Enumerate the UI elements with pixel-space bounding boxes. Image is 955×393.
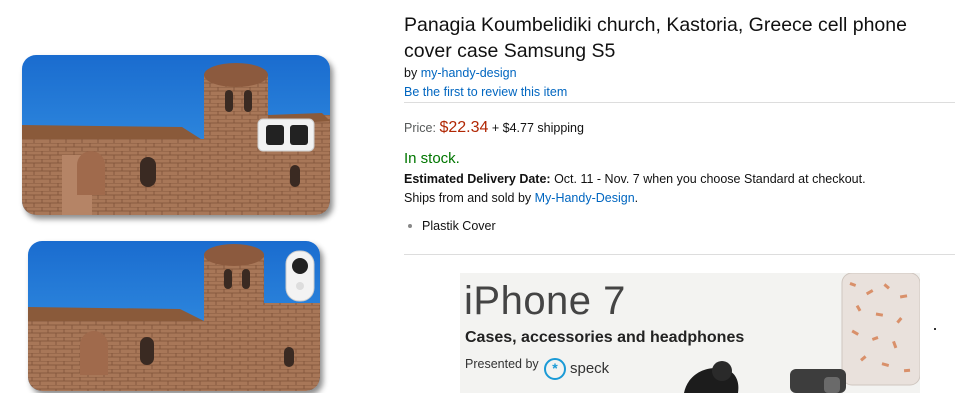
brand-line: by my-handy-design [404, 66, 517, 80]
review-link[interactable]: Be the first to review this item [404, 85, 567, 99]
church-photo [22, 55, 330, 215]
divider [404, 102, 955, 103]
ad-banner[interactable]: iPhone 7 Cases, accessories and headphon… [460, 273, 920, 393]
ships-suffix: . [634, 191, 639, 205]
ad-title: iPhone 7 [464, 279, 626, 323]
ships-prefix: Ships from and sold by [404, 191, 535, 205]
delivery-label: Estimated Delivery Date: [404, 172, 551, 186]
price-label: Price: [404, 121, 436, 135]
delivery-text: Oct. 11 - Nov. 7 when you choose Standar… [550, 172, 866, 186]
bullet-text: Plastik Cover [422, 219, 496, 233]
phone-cases-art [790, 273, 920, 393]
product-image-main[interactable] [22, 55, 330, 215]
church-photo [28, 241, 320, 391]
delivery-estimate: Estimated Delivery Date: Oct. 11 - Nov. … [404, 172, 866, 186]
ships-from: Ships from and sold by My-Handy-Design. [404, 191, 638, 205]
feature-bullets: Plastik Cover [404, 219, 496, 233]
shipping-cost: + $4.77 shipping [491, 121, 584, 135]
price-value: $22.34 [439, 119, 489, 136]
dot [934, 328, 936, 330]
brand-link[interactable]: my-handy-design [421, 66, 517, 80]
stock-status: In stock. [404, 150, 460, 167]
ad-brand-name: speck [570, 359, 610, 377]
product-image-alt[interactable] [28, 241, 320, 391]
earphones-art [684, 361, 739, 393]
ad-brand: * speck [544, 358, 609, 380]
asterisk-icon: * [544, 358, 566, 380]
price-row: Price: $22.34 + $4.77 shipping [404, 119, 584, 137]
ad-presented-by: Presented by [465, 357, 539, 371]
divider [404, 254, 955, 255]
bullet-icon [408, 223, 412, 228]
seller-link[interactable]: My-Handy-Design [535, 191, 635, 205]
ad-subtitle: Cases, accessories and headphones [465, 329, 745, 346]
by-prefix: by [404, 66, 421, 80]
list-item: Plastik Cover [404, 219, 496, 233]
product-title: Panagia Koumbelidiki church, Kastoria, G… [404, 14, 907, 62]
